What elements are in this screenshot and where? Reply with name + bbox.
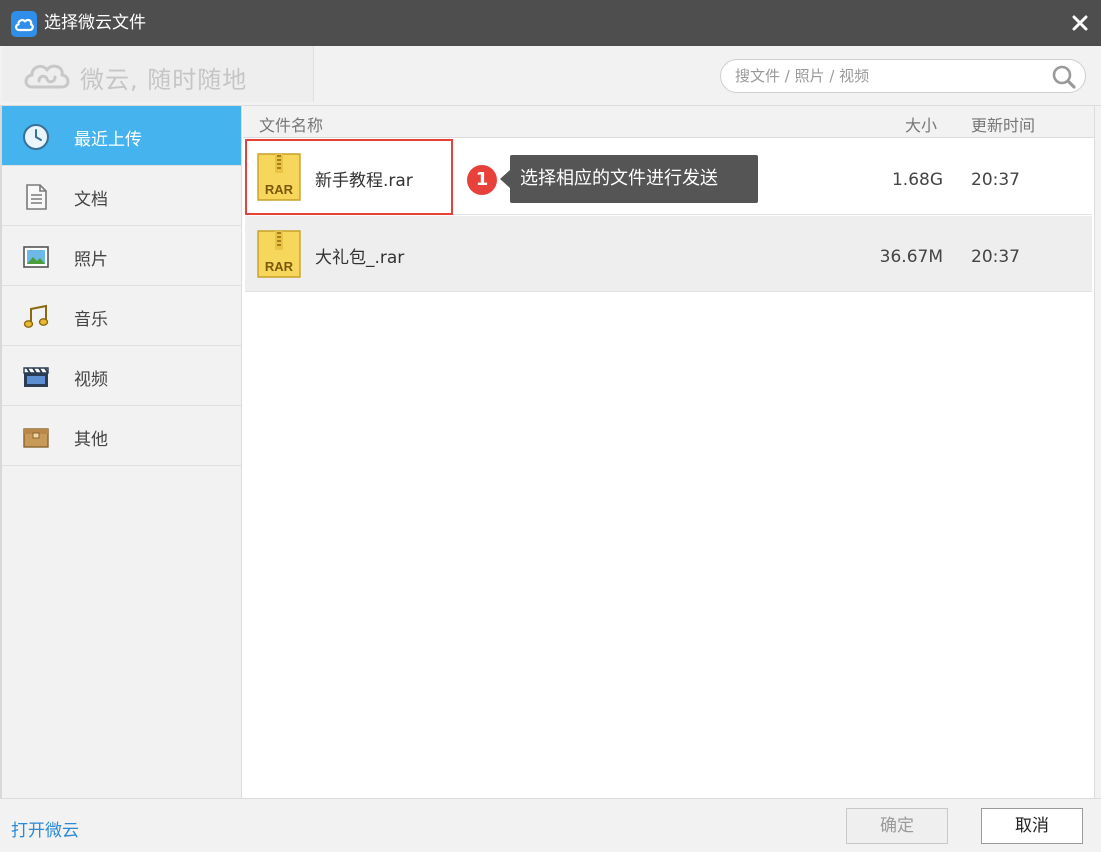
- file-time: 20:37: [971, 247, 1020, 267]
- video-icon: [22, 363, 50, 391]
- dialog-title-bar: 选择微云文件: [0, 0, 1101, 46]
- file-size: 1.68G: [891, 170, 943, 190]
- search-box[interactable]: [720, 59, 1086, 93]
- sidebar-item-photos[interactable]: 照片: [2, 226, 241, 286]
- sidebar-item-music[interactable]: 音乐: [2, 286, 241, 346]
- brand-bar: 微云, 随时随地: [0, 46, 1101, 106]
- file-table-header: 文件名称 大小 更新时间: [243, 106, 1094, 138]
- sidebar-item-label: 照片: [74, 250, 108, 270]
- sidebar-item-documents[interactable]: 文档: [2, 166, 241, 226]
- selection-highlight-box: [245, 139, 453, 215]
- sidebar-item-label: 视频: [74, 370, 108, 390]
- cancel-button[interactable]: 取消: [981, 808, 1083, 844]
- confirm-button[interactable]: 确定: [846, 808, 948, 844]
- dialog-footer: 打开微云 确定 取消: [0, 798, 1101, 852]
- rar-archive-icon: RAR: [257, 230, 301, 282]
- sidebar-item-others[interactable]: 其他: [2, 406, 241, 466]
- column-header-size[interactable]: 大小: [905, 112, 937, 136]
- dialog-title: 选择微云文件: [44, 13, 146, 33]
- search-icon[interactable]: [1051, 65, 1077, 93]
- step-badge: 1: [467, 165, 497, 195]
- sidebar-item-recent-uploads[interactable]: 最近上传: [2, 106, 241, 166]
- photo-icon: [22, 243, 50, 271]
- sidebar-item-label: 最近上传: [74, 130, 142, 150]
- document-icon: [22, 183, 50, 211]
- weiyun-cloud-icon: [11, 11, 37, 37]
- sidebar-item-label: 音乐: [74, 310, 108, 330]
- instruction-tooltip: 选择相应的文件进行发送: [500, 155, 758, 203]
- right-edge-strip: [1094, 106, 1101, 798]
- svg-text:RAR: RAR: [265, 259, 294, 274]
- sidebar-item-videos[interactable]: 视频: [2, 346, 241, 406]
- cloud-logo-icon: [22, 60, 72, 94]
- file-name: 大礼包_.rar: [315, 248, 405, 268]
- clock-icon: [22, 123, 50, 151]
- sidebar-item-label: 文档: [74, 190, 108, 210]
- file-size: 36.67M: [879, 247, 943, 267]
- column-header-name[interactable]: 文件名称: [259, 112, 323, 136]
- file-list: RAR 新手教程.rar 1.68G 20:37 RAR 大礼包_.rar 36…: [243, 138, 1094, 798]
- brand-slogan: 微云, 随时随地: [80, 66, 248, 94]
- search-input[interactable]: [735, 66, 1045, 86]
- open-weiyun-link[interactable]: 打开微云: [11, 816, 79, 841]
- box-icon: [22, 423, 50, 451]
- brand-area: 微云, 随时随地: [2, 46, 314, 102]
- close-icon[interactable]: [1069, 12, 1091, 34]
- music-icon: [22, 303, 50, 331]
- sidebar-item-label: 其他: [74, 430, 108, 450]
- file-time: 20:37: [971, 170, 1020, 190]
- table-row[interactable]: RAR 大礼包_.rar 36.67M 20:37: [245, 216, 1092, 292]
- column-header-time[interactable]: 更新时间: [971, 112, 1035, 136]
- category-sidebar: 最近上传 文档 照片 音乐 视频 其他: [0, 106, 242, 798]
